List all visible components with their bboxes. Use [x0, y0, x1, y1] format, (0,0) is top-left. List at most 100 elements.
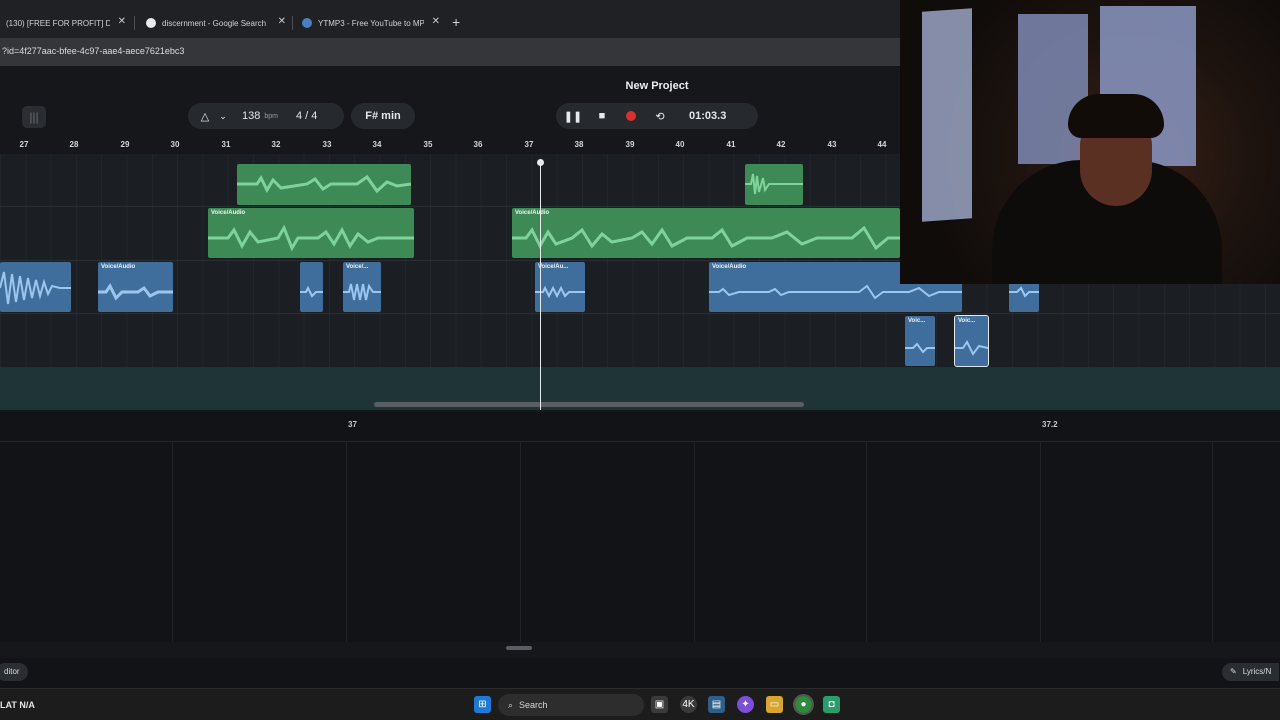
bar-number: 39 [625, 140, 635, 149]
bar-ruler[interactable]: 27 28 29 30 31 32 33 34 35 36 37 38 39 4… [0, 138, 900, 152]
waveform [512, 225, 900, 251]
stop-button[interactable]: ■ [593, 107, 611, 125]
editor-ruler: 37 37.2 [0, 412, 1280, 442]
weather-widget[interactable]: LAT N/A [0, 700, 35, 710]
bar-number: 32 [271, 140, 281, 149]
waveform [208, 224, 414, 252]
tab-title: discernment - Google Search [162, 18, 267, 28]
horizontal-scrollbar[interactable] [374, 402, 804, 407]
audio-clip[interactable] [300, 262, 323, 312]
waveform [905, 342, 935, 354]
bar-number: 29 [120, 140, 130, 149]
audio-clip[interactable]: Voice/Audio [512, 208, 900, 258]
copilot-icon[interactable]: ✦ [737, 696, 754, 713]
waveform [237, 174, 411, 194]
close-icon[interactable]: ✕ [432, 16, 440, 27]
waveform [0, 271, 71, 305]
close-icon[interactable]: ✕ [118, 16, 126, 27]
audio-clip-selected[interactable]: Voic... [954, 315, 989, 367]
editor-tab-label: ditor [4, 667, 20, 676]
editor-ruler-label: 37 [348, 420, 357, 429]
search-placeholder: Search [519, 700, 548, 710]
taskbar-search[interactable]: ⌕ Search [498, 694, 644, 716]
tab-google-search[interactable]: discernment - Google Search ✕ [140, 10, 290, 36]
track-lane-4 [0, 314, 1280, 368]
audio-clip[interactable] [237, 164, 411, 205]
tab-ytmp3[interactable]: YTMP3 - Free YouTube to MP3 ✕ [296, 10, 444, 36]
audio-clip[interactable]: Voice/Audio [98, 262, 173, 312]
clip-editor[interactable]: 37 37.2 [0, 412, 1280, 642]
bar-number: 37 [524, 140, 534, 149]
tempo-controls: △ ⌄ 138 bpm 4 / 4 [188, 103, 344, 129]
waveform [98, 283, 173, 301]
person-hair [1068, 94, 1164, 138]
editor-ruler-label: 37.2 [1042, 420, 1058, 429]
bar-number: 27 [19, 140, 29, 149]
bar-number: 36 [473, 140, 483, 149]
address-bar[interactable]: ?id=4f277aac-bfee-4c97-aae4-aece7621ebc3 [0, 38, 900, 66]
bar-number: 31 [221, 140, 231, 149]
playhead[interactable] [540, 162, 541, 410]
tab-youtube[interactable]: (130) [FREE FOR PROFIT] Dom ✕ [0, 10, 130, 36]
door-shape [922, 8, 972, 222]
app-icon[interactable]: ◘ [823, 696, 840, 713]
waveform [745, 173, 803, 195]
record-icon [626, 111, 636, 121]
search-icon: ⌕ [508, 699, 514, 710]
project-title[interactable]: New Project [600, 80, 714, 92]
resize-handle[interactable] [506, 646, 532, 650]
audio-clip[interactable]: Voice/Audio [208, 208, 414, 258]
time-display: 01:03.3 [689, 110, 727, 122]
waveform [955, 340, 988, 356]
bar-number: 28 [69, 140, 79, 149]
chevron-down-icon[interactable]: ⌄ [214, 107, 232, 125]
waveform [343, 283, 381, 301]
file-explorer-icon[interactable]: ▭ [766, 696, 783, 713]
bar-number: 34 [372, 140, 382, 149]
close-icon[interactable]: ✕ [278, 16, 286, 27]
google-icon [146, 18, 156, 28]
pencil-icon: ✎ [1230, 667, 1237, 676]
new-tab-button[interactable]: + [452, 14, 460, 30]
loop-button[interactable]: ⟲ [651, 107, 669, 125]
url-text: ?id=4f277aac-bfee-4c97-aae4-aece7621ebc3 [2, 46, 185, 56]
bar-number: 35 [423, 140, 433, 149]
globe-icon [302, 18, 312, 28]
webcam-overlay [900, 0, 1280, 284]
key-value: F# min [365, 110, 401, 122]
editor-tab[interactable]: ditor [0, 663, 28, 681]
windows-taskbar: LAT N/A ⊞ ⌕ Search ▣ 4K ▤ ✦ ▭ ● ◘ [0, 688, 1280, 720]
chrome-icon[interactable]: ● [793, 694, 814, 715]
tab-title: (130) [FREE FOR PROFIT] Dom [6, 18, 110, 28]
bar-number: 42 [776, 140, 786, 149]
audio-clip[interactable]: Voice/Au... [535, 262, 585, 312]
bar-number: 40 [675, 140, 685, 149]
waveform [300, 285, 323, 298]
windows-start-icon[interactable]: ⊞ [474, 696, 491, 713]
bar-number: 38 [574, 140, 584, 149]
lyrics-tab-label: Lyrics/N [1242, 667, 1272, 676]
footer-bar: ditor ✎ Lyrics/N [0, 658, 1280, 688]
audio-clip[interactable] [0, 262, 71, 312]
door-shape [1018, 14, 1088, 164]
waveform [535, 285, 585, 299]
task-view-icon[interactable]: ▣ [651, 696, 668, 713]
record-button[interactable] [622, 107, 640, 125]
lyrics-tab[interactable]: ✎ Lyrics/N [1222, 663, 1280, 681]
bar-number: 44 [877, 140, 887, 149]
tempo-unit: bpm [264, 112, 278, 120]
time-signature[interactable]: 4 / 4 [296, 110, 317, 122]
metronome-icon[interactable]: △ [196, 107, 214, 125]
bar-number: 43 [827, 140, 837, 149]
pause-button[interactable]: ❚❚ [564, 107, 582, 125]
audio-clip[interactable]: Voic... [905, 316, 935, 366]
tempo-value[interactable]: 138 [242, 110, 260, 122]
key-selector[interactable]: F# min [351, 103, 415, 129]
app-icon[interactable]: ▤ [708, 696, 725, 713]
transport-controls: ❚❚ ■ ⟲ 01:03.3 [556, 103, 758, 129]
audio-clip[interactable] [745, 164, 803, 205]
piano-icon[interactable]: ||| [22, 106, 46, 128]
app-4k-icon[interactable]: 4K [680, 696, 697, 713]
bar-number: 30 [170, 140, 180, 149]
audio-clip[interactable]: Voice/... [343, 262, 381, 312]
